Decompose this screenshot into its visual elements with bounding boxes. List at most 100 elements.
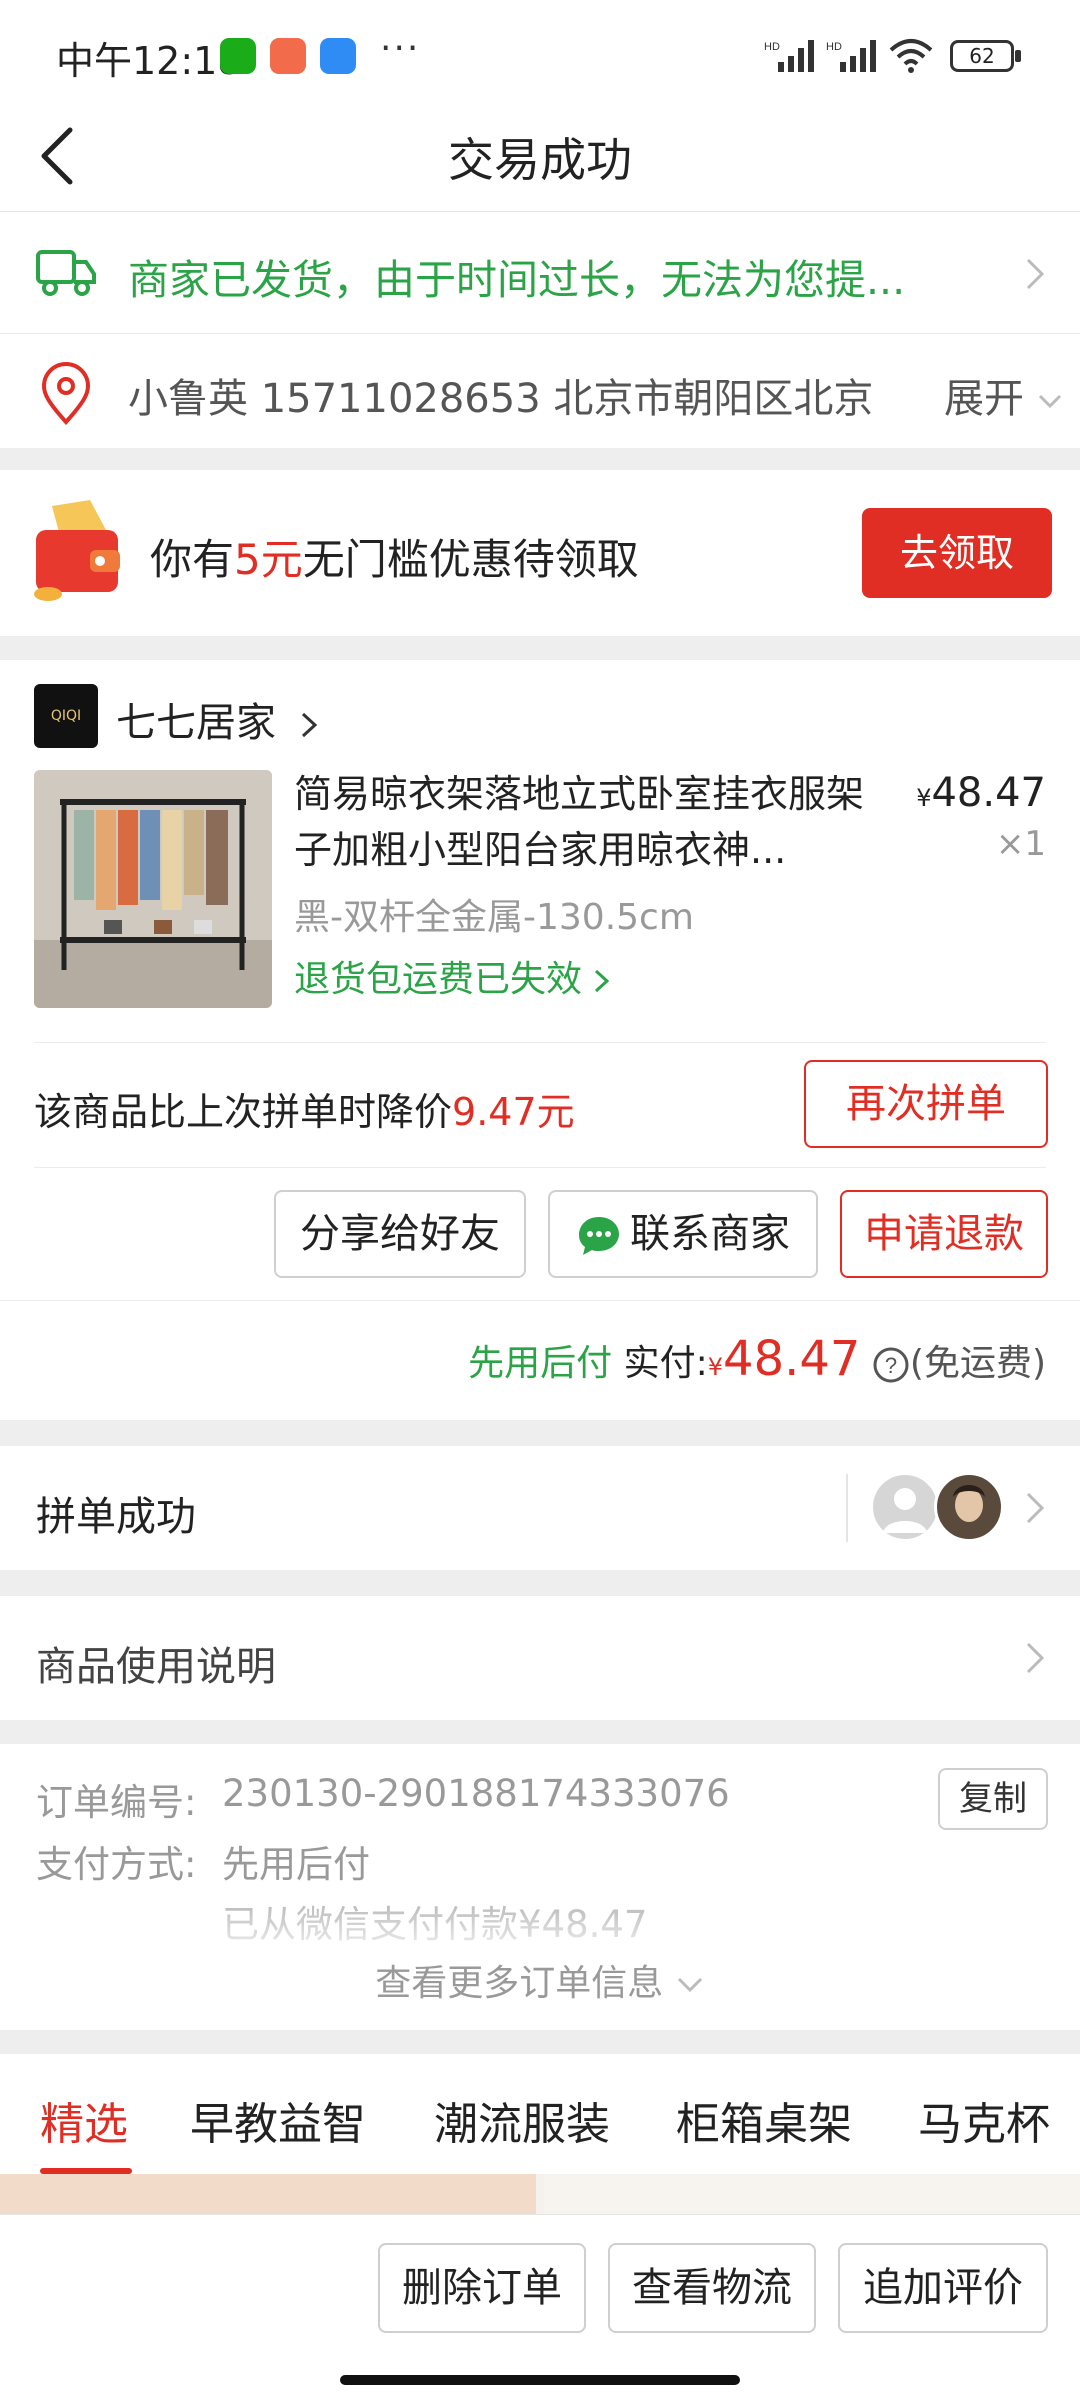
truck-icon xyxy=(36,250,96,296)
chevron-right-icon xyxy=(1026,1492,1045,1524)
clothes-rack-image xyxy=(34,770,272,1008)
shipping-status-text: 商家已发货，由于时间过长，无法为您提... xyxy=(128,256,906,304)
product-sku: 黑-双杆全金属-130.5cm xyxy=(294,897,694,938)
delete-order-button[interactable]: 删除订单 xyxy=(378,2243,586,2333)
battery-icon: 62 xyxy=(950,40,1014,72)
coupon-suffix: 无门槛优惠待领取 xyxy=(302,535,639,584)
user-icon xyxy=(883,1488,927,1533)
product-quantity: ×1 xyxy=(995,824,1046,864)
add-review-button[interactable]: 追加评价 xyxy=(838,2243,1048,2333)
view-more-order-info-button[interactable]: 查看更多订单信息 xyxy=(0,1954,1080,2006)
price-drop-text: 该商品比上次拼单时降价9.47元 xyxy=(34,1081,575,1136)
shop-name: 七七居家 xyxy=(116,700,276,746)
chevron-down-icon xyxy=(677,1977,702,1993)
rebuy-button[interactable]: 再次拼单 xyxy=(804,1060,1048,1148)
recommendation-item-preview xyxy=(0,2174,536,2214)
payment-method-label: 支付方式: xyxy=(36,1843,197,1886)
price-value: 48.47 xyxy=(931,770,1046,816)
view-more-order-info-label: 查看更多订单信息 xyxy=(375,1963,664,2004)
paid-label: 实付: xyxy=(623,1343,708,1384)
paid-symbol: ¥ xyxy=(707,1353,724,1381)
more-notifications-icon: ··· xyxy=(380,28,421,69)
nav-bar: 交易成功 xyxy=(0,100,1080,212)
signal-icon: HD xyxy=(764,40,814,72)
product-price: ¥48.47 xyxy=(916,770,1046,816)
svg-text:?: ? xyxy=(885,1353,897,1378)
chevron-right-icon xyxy=(1026,258,1045,290)
wallet-icon xyxy=(34,500,120,601)
bottom-action-bar: 删除订单 查看物流 追加评价 xyxy=(0,2214,1080,2400)
price-symbol: ¥ xyxy=(916,784,932,812)
contact-merchant-label: 联系商家 xyxy=(630,1211,790,1257)
order-card: QIQI 七七居家 简易晾衣架落地立式卧室挂衣服架子加粗小型阳台家用晾衣神... xyxy=(0,660,1080,1420)
product-title[interactable]: 简易晾衣架落地立式卧室挂衣服架子加粗小型阳台家用晾衣神... xyxy=(294,766,874,878)
message-notification-icon xyxy=(320,38,356,74)
price-drop-prefix: 该商品比上次拼单时降价 xyxy=(34,1090,453,1134)
share-button[interactable]: 分享给好友 xyxy=(274,1190,526,1278)
wifi-icon xyxy=(889,39,933,73)
avatar-user xyxy=(934,1472,1004,1542)
refund-button[interactable]: 申请退款 xyxy=(840,1190,1048,1278)
coupon-banner: 你有5元无门槛优惠待领取 去领取 xyxy=(0,470,1080,636)
wechat-notification-icon xyxy=(220,38,256,74)
battery-tip xyxy=(1015,50,1021,62)
tab-mugs[interactable]: 马克杯 xyxy=(918,2088,1050,2152)
group-buy-title: 拼单成功 xyxy=(36,1494,196,1540)
back-button[interactable] xyxy=(28,118,98,194)
payment-summary: 先用后付 实付:¥48.47 ? (免运费) xyxy=(468,1331,1046,1387)
tab-cabinets[interactable]: 柜箱桌架 xyxy=(676,2088,852,2152)
payment-method: 先用后付 xyxy=(222,1843,370,1886)
address-expand-button[interactable]: 展开 xyxy=(930,366,1063,424)
view-logistics-button[interactable]: 查看物流 xyxy=(608,2243,816,2333)
shipping-address-card: 商家已发货，由于时间过长，无法为您提... 小鲁英 15711028653 北京… xyxy=(0,212,1080,448)
return-shipping-policy-text: 退货包运费已失效 xyxy=(294,959,583,1000)
shop-logo[interactable]: QIQI xyxy=(34,684,98,748)
recommendation-item-preview-2 xyxy=(544,2174,1080,2214)
tab-fashion[interactable]: 潮流服装 xyxy=(434,2088,610,2152)
location-pin-icon xyxy=(41,362,91,425)
claim-coupon-button[interactable]: 去领取 xyxy=(862,508,1052,598)
return-shipping-policy[interactable]: 退货包运费已失效 xyxy=(294,950,611,1002)
tab-featured[interactable]: 精选 xyxy=(40,2088,128,2152)
group-buy-row[interactable]: 拼单成功 xyxy=(0,1446,1080,1570)
recommendation-tabs: 精选 早教益智 潮流服装 柜箱桌架 马克杯 xyxy=(0,2054,1080,2174)
paid-amount: 48.47 xyxy=(723,1331,861,1387)
chevron-down-icon xyxy=(1038,394,1061,409)
product-usage-title: 商品使用说明 xyxy=(36,1644,276,1690)
chevron-right-icon xyxy=(301,712,317,738)
status-bar: 中午12:18 ··· HD HD 62 xyxy=(0,0,1080,100)
product-usage-row[interactable]: 商品使用说明 xyxy=(0,1596,1080,1720)
page-title: 交易成功 xyxy=(448,133,632,187)
user-photo-icon xyxy=(953,1485,985,1522)
signal-icon-2: HD xyxy=(826,40,876,72)
shop-name-link[interactable]: 七七居家 xyxy=(116,690,319,748)
payment-summary-row: 先用后付 实付:¥48.47 ? (免运费) xyxy=(0,1300,1080,1420)
tab-early-education[interactable]: 早教益智 xyxy=(190,2088,366,2152)
coupon-prefix: 你有 xyxy=(150,535,235,584)
divider xyxy=(846,1474,848,1542)
status-time: 中午12:18 xyxy=(56,39,242,83)
coupon-text: 你有5元无门槛优惠待领取 xyxy=(150,526,639,587)
address-row[interactable]: 小鲁英 15711028653 北京市朝阳区北京 展开 xyxy=(0,334,1080,448)
svg-text:HD: HD xyxy=(826,41,842,53)
order-info-card: 订单编号: 230130-290188174333076 复制 支付方式: 先用… xyxy=(0,1744,1080,2030)
product-image[interactable] xyxy=(34,770,272,1008)
shipping-note: (免运费) xyxy=(909,1343,1046,1384)
address-text: 小鲁英 15711028653 北京市朝阳区北京 xyxy=(128,376,874,422)
chat-bubble-icon xyxy=(579,1217,619,1255)
recommendation-preview xyxy=(0,2174,1080,2214)
pay-method-tag: 先用后付 xyxy=(468,1343,613,1384)
chevron-right-icon xyxy=(1026,1642,1045,1674)
copy-order-number-button[interactable]: 复制 xyxy=(938,1768,1048,1830)
order-number-label: 订单编号: xyxy=(36,1781,197,1824)
coupon-amount: 5元 xyxy=(234,535,303,584)
home-indicator[interactable] xyxy=(340,2375,740,2385)
order-number: 230130-290188174333076 xyxy=(222,1772,730,1815)
shipping-status-row[interactable]: 商家已发货，由于时间过长，无法为您提... xyxy=(0,212,1080,334)
app-notification-icon xyxy=(270,38,306,74)
price-drop-amount: 9.47元 xyxy=(452,1090,575,1134)
svg-text:HD: HD xyxy=(764,41,780,53)
avatar-default xyxy=(870,1472,940,1542)
help-icon[interactable]: ? xyxy=(872,1346,910,1384)
contact-merchant-button[interactable]: 联系商家 xyxy=(548,1190,818,1278)
